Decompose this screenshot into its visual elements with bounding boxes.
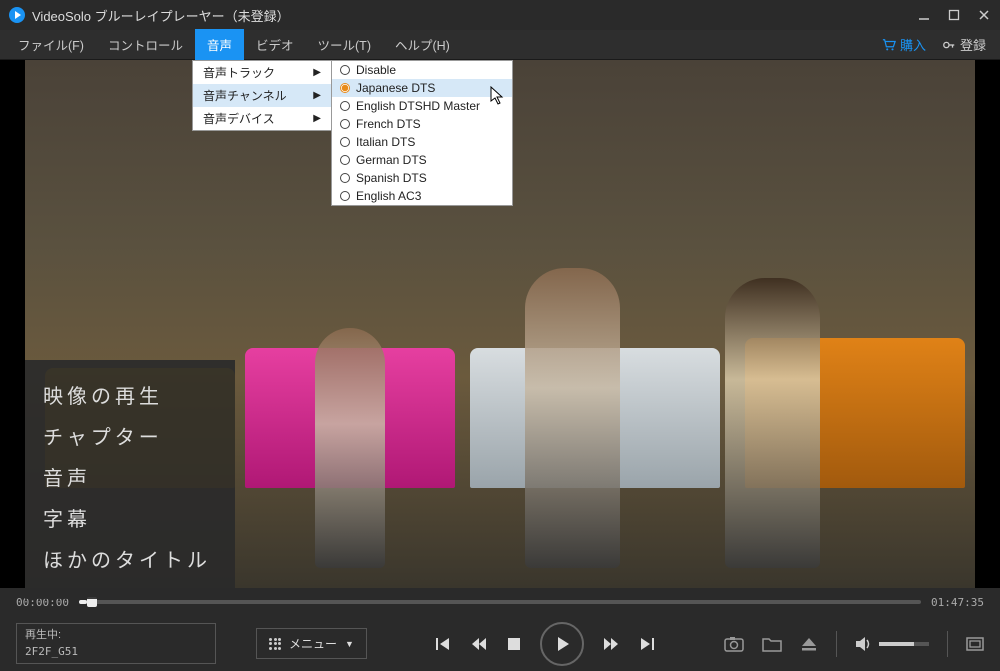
menu-help[interactable]: ヘルプ(H) bbox=[383, 29, 462, 60]
channel-option-spanish-dts[interactable]: Spanish DTS bbox=[332, 169, 512, 187]
channel-option-italian-dts[interactable]: Italian DTS bbox=[332, 133, 512, 151]
previous-button[interactable] bbox=[434, 635, 452, 653]
app-logo-icon bbox=[8, 6, 26, 24]
submenu-audio-channel[interactable]: 音声チャンネル ▶ bbox=[193, 84, 331, 107]
volume-control bbox=[855, 636, 929, 652]
stop-button[interactable] bbox=[506, 636, 522, 652]
snapshot-button[interactable] bbox=[724, 636, 744, 652]
titlebar: VideoSolo ブルーレイプレーヤー（未登録） bbox=[0, 0, 1000, 30]
option-label: Spanish DTS bbox=[356, 171, 427, 185]
overlay-item-audio[interactable]: 音声 bbox=[43, 456, 217, 497]
fullscreen-button[interactable] bbox=[966, 637, 984, 651]
play-button[interactable] bbox=[540, 622, 584, 666]
channel-option-english-ac3[interactable]: English AC3 bbox=[332, 187, 512, 205]
option-label: German DTS bbox=[356, 153, 427, 167]
right-controls bbox=[724, 631, 984, 657]
radio-icon bbox=[340, 173, 350, 183]
audio-channel-submenu: Disable Japanese DTS English DTSHD Maste… bbox=[331, 60, 513, 206]
window-title: VideoSolo ブルーレイプレーヤー（未登録） bbox=[32, 6, 916, 25]
maximize-button[interactable] bbox=[946, 7, 962, 23]
disc-menu-button[interactable]: メニュー ▼ bbox=[256, 628, 367, 659]
radio-icon bbox=[340, 191, 350, 201]
minimize-button[interactable] bbox=[916, 7, 932, 23]
volume-icon[interactable] bbox=[855, 636, 873, 652]
menu-button-label: メニュー bbox=[289, 635, 337, 652]
login-label: 登録 bbox=[960, 35, 986, 54]
channel-option-english-dtshd[interactable]: English DTSHD Master bbox=[332, 97, 512, 115]
option-label: Japanese DTS bbox=[356, 81, 435, 95]
radio-selected-icon bbox=[340, 83, 350, 93]
next-button[interactable] bbox=[638, 635, 656, 653]
chevron-down-icon: ▼ bbox=[345, 639, 354, 649]
now-playing-box: 再生中: 2F2F_G51 bbox=[16, 623, 216, 664]
overlay-item-playback[interactable]: 映像の再生 bbox=[43, 374, 217, 415]
rewind-button[interactable] bbox=[470, 635, 488, 653]
grid-dots-icon bbox=[269, 638, 281, 650]
overlay-item-other[interactable]: ほかのタイトル bbox=[43, 538, 217, 579]
channel-option-german-dts[interactable]: German DTS bbox=[332, 151, 512, 169]
arrow-right-icon: ▶ bbox=[313, 90, 321, 101]
option-label: English DTSHD Master bbox=[356, 99, 480, 113]
radio-icon bbox=[340, 65, 350, 75]
overlay-item-subtitle[interactable]: 字幕 bbox=[43, 497, 217, 538]
option-label: Italian DTS bbox=[356, 135, 415, 149]
now-playing-title: 2F2F_G51 bbox=[25, 644, 207, 659]
mouse-cursor-icon bbox=[490, 86, 506, 106]
audio-submenu: 音声トラック ▶ 音声チャンネル ▶ 音声デバイス ▶ bbox=[192, 60, 332, 131]
submenu-label: 音声デバイス bbox=[203, 110, 275, 127]
submenu-label: 音声トラック bbox=[203, 64, 275, 81]
key-icon bbox=[942, 38, 956, 52]
submenu-audio-track[interactable]: 音声トラック ▶ bbox=[193, 61, 331, 84]
time-total: 01:47:35 bbox=[931, 596, 984, 609]
option-label: Disable bbox=[356, 63, 396, 77]
submenu-audio-device[interactable]: 音声デバイス ▶ bbox=[193, 107, 331, 130]
transport-controls bbox=[367, 622, 724, 666]
now-playing-label: 再生中: bbox=[25, 628, 207, 643]
channel-option-japanese-dts[interactable]: Japanese DTS bbox=[332, 79, 512, 97]
menubar: ファイル(F) コントロール 音声 ビデオ ツール(T) ヘルプ(H) 購入 登… bbox=[0, 30, 1000, 60]
video-content bbox=[315, 328, 385, 568]
radio-icon bbox=[340, 137, 350, 147]
menu-control[interactable]: コントロール bbox=[96, 29, 195, 60]
buy-button[interactable]: 購入 bbox=[874, 31, 934, 58]
login-button[interactable]: 登録 bbox=[934, 31, 994, 58]
divider bbox=[947, 631, 948, 657]
submenu-label: 音声チャンネル bbox=[203, 87, 287, 104]
close-button[interactable] bbox=[976, 7, 992, 23]
control-row: 再生中: 2F2F_G51 メニュー ▼ bbox=[0, 616, 1000, 671]
arrow-right-icon: ▶ bbox=[313, 113, 321, 124]
cart-icon bbox=[882, 38, 896, 52]
channel-option-disable[interactable]: Disable bbox=[332, 61, 512, 79]
divider bbox=[836, 631, 837, 657]
radio-icon bbox=[340, 119, 350, 129]
overlay-item-chapter[interactable]: チャプター bbox=[43, 415, 217, 456]
arrow-right-icon: ▶ bbox=[313, 67, 321, 78]
channel-option-french-dts[interactable]: French DTS bbox=[332, 115, 512, 133]
menu-audio[interactable]: 音声 bbox=[195, 29, 244, 60]
seek-progress bbox=[79, 600, 87, 604]
radio-icon bbox=[340, 101, 350, 111]
control-bar: 00:00:00 01:47:35 再生中: 2F2F_G51 メニュー ▼ bbox=[0, 588, 1000, 671]
buy-label: 購入 bbox=[900, 35, 926, 54]
video-content bbox=[525, 268, 620, 568]
menu-video[interactable]: ビデオ bbox=[244, 29, 306, 60]
radio-icon bbox=[340, 155, 350, 165]
eject-button[interactable] bbox=[800, 636, 818, 652]
disc-overlay-menu: 映像の再生 チャプター 音声 字幕 ほかのタイトル bbox=[25, 360, 235, 599]
menu-tool[interactable]: ツール(T) bbox=[306, 29, 383, 60]
volume-slider[interactable] bbox=[879, 642, 929, 646]
option-label: English AC3 bbox=[356, 189, 421, 203]
seek-bar[interactable] bbox=[79, 600, 921, 604]
option-label: French DTS bbox=[356, 117, 421, 131]
fast-forward-button[interactable] bbox=[602, 635, 620, 653]
open-file-button[interactable] bbox=[762, 636, 782, 652]
video-content bbox=[725, 278, 820, 568]
volume-fill bbox=[879, 642, 914, 646]
menu-file[interactable]: ファイル(F) bbox=[6, 29, 96, 60]
